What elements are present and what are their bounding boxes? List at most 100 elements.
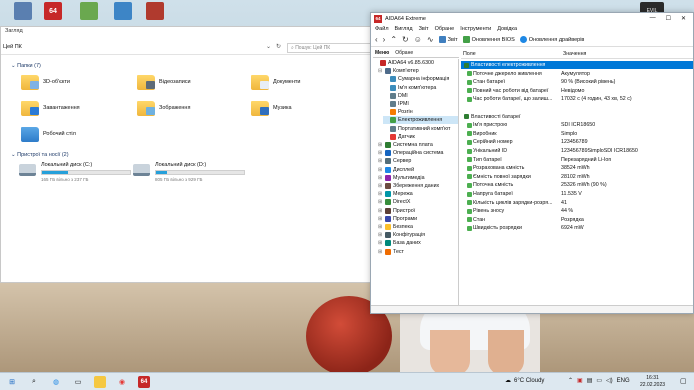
expand-toggle-icon[interactable]: ⊞ — [378, 191, 383, 197]
table-row[interactable]: Кількість циклів зарядки-розря... 41 — [461, 199, 693, 207]
file-explorer-icon[interactable] — [94, 376, 106, 388]
language-indicator[interactable]: ENG — [617, 378, 630, 384]
menu-view[interactable]: Вигляд — [395, 26, 413, 32]
tree-node[interactable]: ⊞ DirectX — [378, 198, 458, 206]
expand-toggle-icon[interactable]: ⊞ — [378, 183, 383, 189]
tray-app-icon[interactable]: ▣ — [577, 377, 583, 384]
expand-toggle-icon[interactable]: ⊞ — [378, 158, 383, 164]
section-row[interactable]: Властивості батареї — [461, 113, 693, 121]
expand-toggle-icon[interactable]: ⊞ — [378, 249, 383, 255]
chevron-up-icon[interactable]: ⌃ — [568, 377, 573, 384]
close-icon[interactable]: ✕ — [681, 15, 686, 22]
search-icon[interactable]: ⌕ — [28, 376, 40, 388]
tree-node[interactable]: Датчик — [383, 133, 458, 141]
tree-node[interactable]: ⊞ Системна плата — [378, 141, 458, 149]
table-row[interactable]: Поточне джерело живлення Акумулятор — [461, 70, 693, 78]
back-arrow-icon[interactable]: ‹ — [375, 35, 378, 44]
notification-icon[interactable]: ▢ — [680, 377, 687, 385]
chart-icon[interactable]: ∿ — [427, 35, 434, 44]
menu-tools[interactable]: Інструменти — [460, 26, 491, 32]
forward-arrow-icon[interactable]: › — [383, 35, 386, 44]
battery-icon[interactable]: ▭ — [596, 377, 602, 384]
table-row[interactable]: Стан батареї 90 % (Високий рівень) — [461, 78, 693, 86]
search-input[interactable]: ⌕ Пошук: Цей ПК — [287, 43, 371, 53]
table-row[interactable]: Виробник Simplo — [461, 130, 693, 138]
volume-icon[interactable]: ◁) — [606, 377, 613, 384]
expand-toggle-icon[interactable]: ⊞ — [378, 142, 383, 148]
table-row[interactable]: Повний час роботи від батареї Невідомо — [461, 87, 693, 95]
table-row[interactable]: Ємність повної зарядки 28102 mWh — [461, 173, 693, 181]
column-field[interactable]: Поле — [461, 51, 561, 58]
maximize-icon[interactable]: ☐ — [666, 15, 671, 22]
column-value[interactable]: Значення — [561, 51, 586, 58]
menu-favorites[interactable]: Обране — [435, 26, 455, 32]
tree-node[interactable]: ⊞ Сервер — [378, 157, 458, 165]
tree-node[interactable]: Портативний комп'ют — [383, 125, 458, 133]
desktop-icon[interactable] — [14, 2, 32, 20]
tree-node[interactable]: ⊟ Комп'ютер — [378, 67, 458, 75]
expand-toggle-icon[interactable]: ⊞ — [378, 150, 383, 156]
desktop-icon[interactable] — [146, 2, 164, 20]
table-row[interactable]: Ім'я пристрою SDI ICR18650 — [461, 121, 693, 129]
tree-node[interactable]: ⊞ Програми — [378, 215, 458, 223]
drive-item-c[interactable]: Локальний диск (C:) 165 ГБ вільно з 237 … — [19, 162, 134, 188]
report-button[interactable]: Звіт — [438, 36, 458, 43]
table-row[interactable]: Швидкість розрядки 6924 mW — [461, 224, 693, 232]
folder-item[interactable]: Робочий стіл — [21, 127, 131, 147]
task-view-icon[interactable]: ▭ — [72, 376, 84, 388]
table-row[interactable]: Поточна ємність 25326 mWh (90 %) — [461, 181, 693, 189]
folders-section-header[interactable]: ⌄ Папки (7) — [11, 63, 41, 69]
table-row[interactable]: Серійний номер 123456789 — [461, 138, 693, 146]
folder-item[interactable]: Музика — [251, 101, 361, 121]
user-icon[interactable]: ☺ — [414, 35, 422, 44]
weather-widget[interactable]: ☁ 6°C Cloudy — [505, 377, 544, 385]
aida64-taskbar-icon[interactable]: 64 — [138, 376, 150, 388]
network-icon[interactable]: ▤ — [587, 377, 593, 384]
up-arrow-icon[interactable]: ⌃ — [390, 35, 397, 44]
section-row[interactable]: Властивості електроживлення — [461, 61, 693, 69]
tree-node[interactable]: ⊞ Безпека — [378, 223, 458, 231]
tree-node[interactable]: ⊞ Операційна система — [378, 149, 458, 157]
refresh-icon[interactable]: ↻ — [402, 35, 409, 44]
tree-node[interactable]: Ім'я комп'ютера — [383, 84, 458, 92]
tree-node[interactable]: Розгін — [383, 108, 458, 116]
expand-toggle-icon[interactable]: ⊞ — [378, 232, 383, 238]
folder-item[interactable]: 3D-об'єкти — [21, 75, 131, 95]
table-row[interactable]: Час роботи батареї, що залиш... 17032 с (… — [461, 95, 693, 103]
aida-desktop-icon[interactable]: 64 — [44, 2, 62, 20]
table-row[interactable]: Рівень зносу 44 % — [461, 207, 693, 215]
chevron-down-icon[interactable]: ⌄ — [266, 43, 271, 50]
expand-toggle-icon[interactable]: ⊞ — [378, 175, 383, 181]
minimize-icon[interactable]: — — [650, 15, 656, 22]
refresh-icon[interactable]: ↻ — [276, 43, 281, 50]
ribbon-view-label[interactable]: Загляд — [1, 27, 371, 37]
clock[interactable]: 16:31 22.02.2023 — [640, 375, 665, 389]
driver-update-button[interactable]: Оновлення драйверів — [519, 36, 584, 43]
table-row[interactable]: Стан Розрядка — [461, 216, 693, 224]
tree-node[interactable]: ⊞ Збереження даних — [378, 182, 458, 190]
expand-toggle-icon[interactable]: ⊞ — [378, 199, 383, 205]
windows-start-icon[interactable]: ⊞ — [6, 376, 18, 388]
drive-item-d[interactable]: Локальний диск (D:) 805 ГБ вільно з 929 … — [133, 162, 248, 188]
folder-item[interactable]: Відеозаписи — [137, 75, 247, 95]
tree-node[interactable]: ⊞ Пристрої — [378, 207, 458, 215]
tree-node[interactable]: DMI — [383, 92, 458, 100]
tree-node[interactable]: AIDA64 v6.85.6300 — [373, 59, 458, 67]
tree-node[interactable]: IPMI — [383, 100, 458, 108]
title-bar[interactable]: 64 AIDA64 Extreme — ☐ ✕ — [371, 13, 693, 24]
expand-toggle-icon[interactable]: ⊞ — [378, 167, 383, 173]
expand-toggle-icon[interactable]: ⊞ — [378, 216, 383, 222]
tree-node[interactable]: ⊞ Дисплей — [378, 166, 458, 174]
menu-file[interactable]: Файл — [375, 26, 389, 32]
chrome-icon[interactable]: ◉ — [116, 376, 128, 388]
tree-node[interactable]: ⊞ База даних — [378, 239, 458, 247]
tab-favorites[interactable]: Обране — [395, 50, 413, 56]
tree-node[interactable]: ⊞ Мережа — [378, 190, 458, 198]
address-bar[interactable]: Цей ПК ⌄ ↻ ⌕ Пошук: Цей ПК — [1, 41, 373, 55]
table-row[interactable]: Тип батареї Перезарядний Li-Ion — [461, 156, 693, 164]
expand-toggle-icon[interactable]: ⊞ — [378, 224, 383, 230]
tree-node[interactable]: ⊞ Мультимедіа — [378, 174, 458, 182]
tree-node[interactable]: Електроживлення — [383, 116, 458, 125]
tab-menu[interactable]: Меню — [375, 50, 389, 56]
expand-toggle-icon[interactable]: ⊞ — [378, 208, 383, 214]
